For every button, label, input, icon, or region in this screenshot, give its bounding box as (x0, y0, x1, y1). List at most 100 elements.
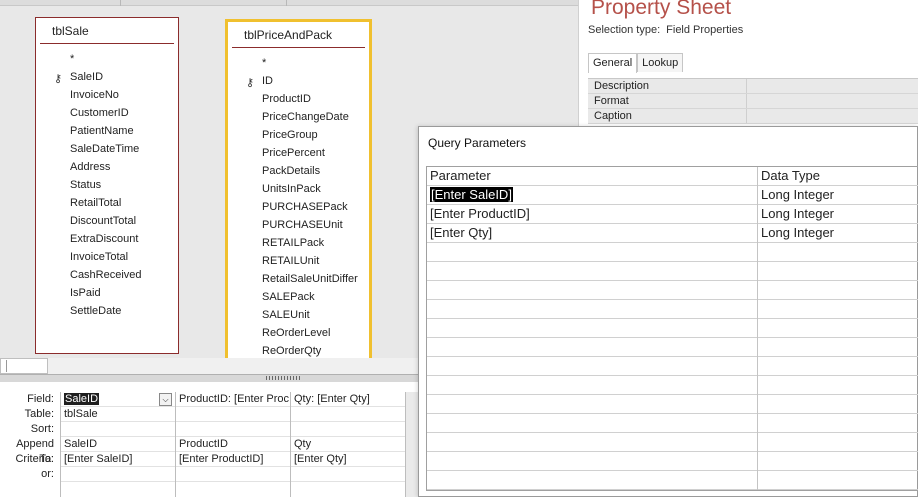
data-type-cell[interactable] (758, 433, 918, 452)
append-to-cell[interactable]: Qty (291, 437, 405, 452)
table-title[interactable]: tblSale (40, 18, 174, 44)
data-type-cell[interactable] (758, 281, 918, 300)
table-field[interactable]: IsPaid (36, 284, 178, 302)
data-type-cell[interactable] (758, 452, 918, 471)
empty-parameter-row[interactable] (427, 376, 918, 395)
table-field[interactable]: PriceGroup (228, 126, 369, 144)
append-to-cell[interactable]: SaleID (61, 437, 175, 452)
property-row-format[interactable]: Format (588, 94, 918, 109)
empty-parameter-row[interactable] (427, 300, 918, 319)
table-field[interactable]: ProductID (228, 90, 369, 108)
table-field[interactable]: SALEUnit (228, 306, 369, 324)
append-to-cell[interactable]: ProductID (176, 437, 290, 452)
parameter-cell[interactable] (427, 338, 758, 357)
data-type-cell[interactable] (758, 243, 918, 262)
table-field[interactable]: CashReceived (36, 266, 178, 284)
pane-splitter[interactable] (0, 374, 420, 382)
table-field[interactable]: ExtraDiscount (36, 230, 178, 248)
table-field[interactable]: PURCHASEPack (228, 198, 369, 216)
table-field[interactable]: * (36, 50, 178, 68)
property-row-description[interactable]: Description (588, 79, 918, 94)
data-type-cell[interactable] (758, 471, 918, 490)
table-cell[interactable]: tblSale (61, 407, 175, 422)
parameter-cell[interactable] (427, 395, 758, 414)
parameter-cell[interactable]: [Enter ProductID] (427, 205, 758, 224)
empty-parameter-row[interactable] (427, 433, 918, 452)
sort-cell[interactable] (291, 422, 405, 437)
table-field[interactable]: InvoiceNo (36, 86, 178, 104)
table-field[interactable]: PriceChangeDate (228, 108, 369, 126)
parameter-cell[interactable] (427, 376, 758, 395)
parameter-cell[interactable] (427, 300, 758, 319)
data-type-cell[interactable] (758, 319, 918, 338)
empty-parameter-row[interactable] (427, 243, 918, 262)
criteria-cell[interactable]: [Enter ProductID] (176, 452, 290, 467)
parameter-value-selected[interactable]: [Enter SaleID] (430, 187, 513, 202)
table-field[interactable]: SALEPack (228, 288, 369, 306)
tab-lookup[interactable]: Lookup (637, 53, 684, 72)
splitter-grip-icon[interactable] (266, 376, 302, 380)
or-cell[interactable] (176, 467, 290, 482)
table-field[interactable]: Address (36, 158, 178, 176)
sort-cell[interactable] (61, 422, 175, 437)
table-field[interactable]: PackDetails (228, 162, 369, 180)
horizontal-scrollbar[interactable] (0, 358, 48, 374)
table-field[interactable]: Status (36, 176, 178, 194)
data-type-cell[interactable]: Long Integer (758, 186, 918, 205)
table-field[interactable]: InvoiceTotal (36, 248, 178, 266)
empty-parameter-row[interactable] (427, 281, 918, 300)
parameter-cell[interactable] (427, 281, 758, 300)
empty-parameter-row[interactable] (427, 319, 918, 338)
data-type-cell[interactable] (758, 414, 918, 433)
data-type-cell[interactable] (758, 300, 918, 319)
sort-cell[interactable] (176, 422, 290, 437)
table-field[interactable]: UnitsInPack (228, 180, 369, 198)
empty-parameter-row[interactable] (427, 357, 918, 376)
scroll-thumb[interactable] (3, 360, 7, 372)
table-field[interactable]: ReOrderQty (228, 342, 369, 358)
table-field[interactable]: DiscountTotal (36, 212, 178, 230)
empty-parameter-row[interactable] (427, 338, 918, 357)
table-title[interactable]: tblPriceAndPack (232, 22, 365, 48)
empty-parameter-row[interactable] (427, 395, 918, 414)
or-cell[interactable] (61, 467, 175, 482)
table-field[interactable]: ⚷ SaleID (36, 68, 178, 86)
table-field[interactable]: SaleDateTime (36, 140, 178, 158)
chevron-down-icon[interactable]: ⌵ (159, 393, 172, 406)
parameter-row[interactable]: [Enter ProductID] Long Integer (427, 205, 918, 224)
field-value[interactable]: SaleID (64, 393, 100, 405)
empty-parameter-row[interactable] (427, 452, 918, 471)
data-type-cell[interactable] (758, 357, 918, 376)
table-field[interactable]: * (228, 54, 369, 72)
table-field[interactable]: CustomerID (36, 104, 178, 122)
property-row-caption[interactable]: Caption (588, 109, 918, 124)
parameter-row[interactable]: [Enter SaleID] Long Integer (427, 186, 918, 205)
parameter-row[interactable]: [Enter Qty] Long Integer (427, 224, 918, 243)
parameter-cell[interactable] (427, 433, 758, 452)
field-cell[interactable]: SaleID ⌵ (61, 392, 175, 407)
table-field[interactable]: PURCHASEUnit (228, 216, 369, 234)
table-field[interactable]: ReOrderLevel (228, 324, 369, 342)
table-field[interactable]: PatientName (36, 122, 178, 140)
data-type-cell[interactable]: Long Integer (758, 224, 918, 243)
parameter-cell[interactable] (427, 243, 758, 262)
property-value[interactable] (746, 94, 918, 108)
table-field[interactable]: RETAILPack (228, 234, 369, 252)
empty-parameter-row[interactable] (427, 262, 918, 281)
property-value[interactable] (746, 109, 918, 123)
empty-parameter-row[interactable] (427, 414, 918, 433)
data-type-cell[interactable] (758, 376, 918, 395)
table-cell[interactable] (291, 407, 405, 422)
criteria-cell[interactable]: [Enter Qty] (291, 452, 405, 467)
parameter-cell[interactable]: [Enter Qty] (427, 224, 758, 243)
parameter-cell[interactable] (427, 357, 758, 376)
table-box-tblsale[interactable]: tblSale * ⚷ SaleID InvoiceNo CustomerID Patie… (35, 17, 179, 354)
table-field[interactable]: RetailTotal (36, 194, 178, 212)
parameter-cell[interactable] (427, 471, 758, 490)
table-field[interactable]: ⚷ ID (228, 72, 369, 90)
field-cell[interactable]: Qty: [Enter Qty] (291, 392, 405, 407)
data-type-cell[interactable] (758, 262, 918, 281)
data-type-cell[interactable]: Long Integer (758, 205, 918, 224)
data-type-cell[interactable] (758, 395, 918, 414)
table-field[interactable]: RETAILUnit (228, 252, 369, 270)
